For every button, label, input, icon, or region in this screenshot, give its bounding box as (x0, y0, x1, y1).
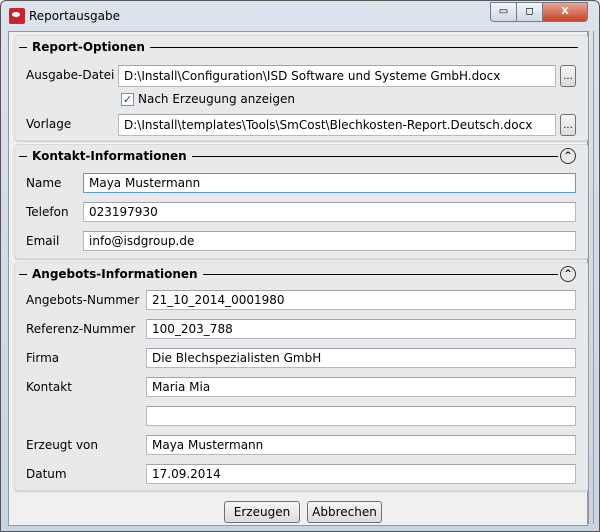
report-options-header: Report-Optionen (32, 40, 145, 54)
show-after-label: Nach Erzeugung anzeigen (138, 92, 295, 106)
offer-number-input[interactable]: 21_10_2014_0001980 (146, 290, 576, 310)
phone-input[interactable]: 023197930 (83, 202, 576, 222)
create-button[interactable]: Erzeugen (224, 501, 300, 523)
contact-input[interactable]: Maria Mia (146, 377, 576, 397)
template-label: Vorlage (26, 117, 72, 131)
reference-number-label: Referenz-Nummer (26, 322, 136, 336)
template-input[interactable]: D:\Install\templates\Tools\SmCost\Blechk… (118, 114, 556, 136)
output-file-label: Ausgabe-Datei (26, 68, 115, 82)
cancel-button[interactable]: Abbrechen (307, 501, 382, 523)
phone-label: Telefon (26, 205, 69, 219)
collapse-icon[interactable]: ^ (560, 148, 576, 164)
date-input[interactable]: 17.09.2014 (146, 464, 576, 484)
minimize-button[interactable]: ▭ (490, 2, 517, 22)
date-label: Datum (26, 467, 67, 481)
company-label: Firma (26, 351, 60, 365)
output-file-browse-button[interactable]: ... (560, 65, 576, 87)
email-input[interactable]: info@isdgroup.de (83, 231, 576, 251)
dialog-content: Report-Optionen Ausgabe-Datei D:\Install… (8, 31, 589, 526)
contact-header: Kontakt-Informationen (32, 149, 187, 163)
contact-line2-input[interactable] (146, 406, 576, 426)
company-input[interactable]: Die Blechspezialisten GmbH (146, 348, 576, 368)
show-after-checkbox[interactable]: ✓ (121, 93, 134, 106)
name-label: Name (26, 176, 62, 190)
window-edge (588, 31, 594, 524)
name-input[interactable]: Maya Mustermann (83, 173, 576, 193)
created-by-input[interactable]: Maya Mustermann (146, 435, 576, 455)
collapse-icon[interactable]: ^ (560, 266, 576, 282)
report-options-panel: Report-Optionen Ausgabe-Datei D:\Install… (14, 35, 589, 141)
offer-panel: Angebots-Informationen ^ Angebots-Nummer … (14, 262, 589, 491)
contact-panel: Kontakt-Informationen ^ Name Maya Musterm… (14, 144, 589, 259)
app-icon (9, 8, 25, 24)
dialog-window: Reportausgabe ▭ ◻ X Report-Optionen Ausg… (0, 0, 600, 532)
offer-number-label: Angebots-Nummer (26, 293, 140, 307)
email-label: Email (26, 234, 60, 248)
created-by-label: Erzeugt von (26, 438, 98, 452)
close-button[interactable]: X (542, 2, 588, 22)
output-file-input[interactable]: D:\Install\Configuration\ISD Software un… (118, 65, 556, 87)
offer-header: Angebots-Informationen (32, 267, 198, 281)
window-title: Reportausgabe (29, 9, 120, 23)
maximize-button[interactable]: ◻ (516, 2, 543, 22)
contact-label: Kontakt (26, 380, 72, 394)
reference-number-input[interactable]: 100_203_788 (146, 319, 576, 339)
template-browse-button[interactable]: ... (560, 114, 576, 136)
